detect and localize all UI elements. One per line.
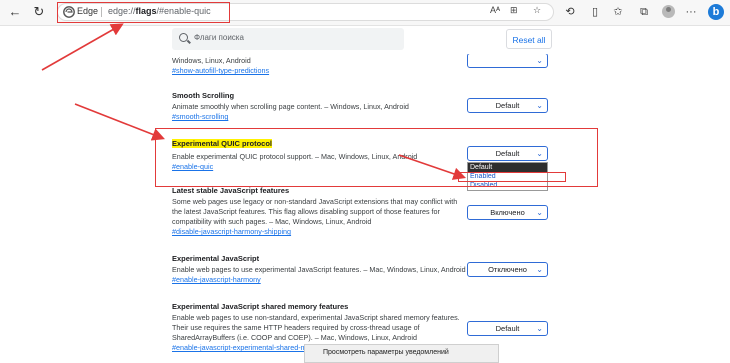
profile-avatar[interactable]	[662, 5, 675, 18]
extensions-icon[interactable]: ⟲	[563, 5, 577, 19]
refresh-icon[interactable]: ↻	[30, 4, 48, 20]
experiment-link[interactable]: #show-autofill-type-predictions	[172, 66, 467, 76]
bing-copilot-icon[interactable]: b	[708, 4, 724, 20]
notification-popup[interactable]: Просмотреть параметры уведомлений	[304, 344, 499, 363]
collections-icon[interactable]: ⧉	[637, 5, 651, 19]
autofill-predictions-select[interactable]: ⌄	[467, 54, 548, 68]
experiment-title: Experimental JavaScript	[172, 254, 260, 263]
latest-js-select[interactable]: Включено ⌄	[467, 205, 548, 220]
annotation-box-url	[57, 2, 230, 23]
experiment-link[interactable]: #disable-javascript-harmony-shipping	[172, 227, 467, 237]
experiment-link[interactable]: #enable-javascript-harmony	[172, 275, 467, 285]
split-screen-icon[interactable]: ▯	[588, 5, 602, 19]
experiment-description: Enable web pages to use non-standard, ex…	[172, 313, 460, 342]
annotation-box-enabled	[458, 172, 566, 182]
back-arrow-icon[interactable]: ←	[6, 4, 24, 20]
flags-header: Флаги поиска Reset all	[0, 26, 730, 54]
reset-all-button[interactable]: Reset all	[506, 29, 552, 49]
experiment-description: Some web pages use legacy or non-standar…	[172, 197, 458, 226]
smooth-scrolling-select[interactable]: Default ⌄	[467, 98, 548, 113]
experimental-js-select[interactable]: Отключено ⌄	[467, 262, 548, 277]
chevron-down-icon: ⌄	[536, 265, 543, 274]
chevron-down-icon: ⌄	[536, 324, 543, 333]
search-icon	[179, 33, 188, 42]
apps-icon[interactable]: ⊞	[510, 5, 518, 16]
search-placeholder: Флаги поиска	[194, 33, 244, 42]
more-menu-icon[interactable]: ···	[684, 5, 698, 19]
read-aloud-icon[interactable]: Aᴬ	[490, 5, 500, 15]
favorites-icon[interactable]: ✩	[611, 5, 625, 19]
experiment-title: Smooth Scrolling	[172, 91, 235, 100]
experiment-experimental-js: Experimental JavaScript Enable web pages…	[172, 254, 467, 285]
favorite-star-icon[interactable]: ☆	[533, 5, 541, 16]
js-shared-memory-select[interactable]: Default ⌄	[467, 321, 548, 336]
experiment-title: Latest stable JavaScript features	[172, 186, 290, 195]
flags-search-input[interactable]: Флаги поиска	[172, 28, 404, 50]
experiment-title: Experimental JavaScript shared memory fe…	[172, 302, 349, 311]
experiment-link[interactable]: #smooth-scrolling	[172, 112, 467, 122]
experiment-autofill-predictions: Windows, Linux, Android #show-autofill-t…	[172, 54, 467, 76]
chevron-down-icon: ⌄	[536, 56, 543, 65]
experiment-description: Animate smoothly when scrolling page con…	[172, 102, 409, 111]
experiment-description: Enable web pages to use experimental Jav…	[172, 265, 466, 274]
experiment-smooth-scrolling: Smooth Scrolling Animate smoothly when s…	[172, 91, 467, 122]
chevron-down-icon: ⌄	[536, 208, 543, 217]
chevron-down-icon: ⌄	[536, 101, 543, 110]
experiment-latest-js: Latest stable JavaScript features Some w…	[172, 186, 467, 237]
experiments-list: Windows, Linux, Android #show-autofill-t…	[0, 54, 730, 363]
experiment-description: Windows, Linux, Android	[172, 56, 251, 65]
